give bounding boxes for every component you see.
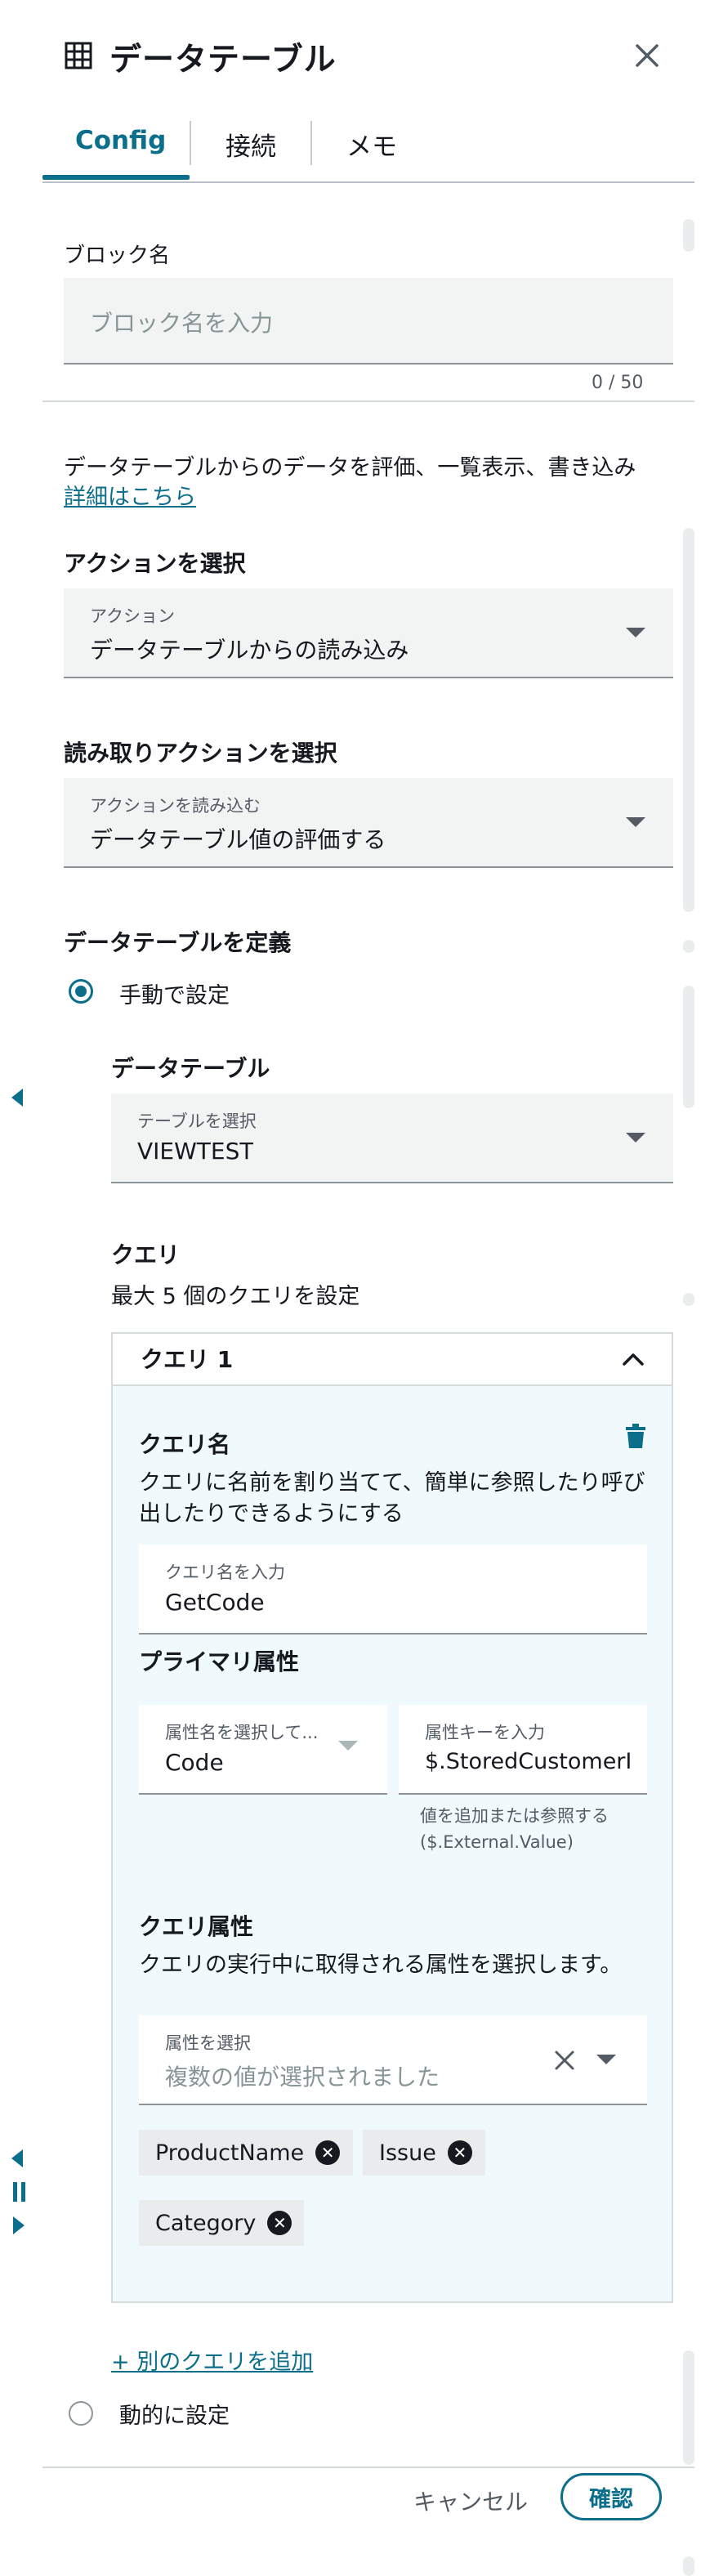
attribute-key-value: $.StoredCustomerI xyxy=(425,1749,632,1774)
query-name-value: GetCode xyxy=(165,1589,265,1616)
read-action-field-label: アクションを読み込む xyxy=(90,796,261,816)
manual-radio-label: 手動で設定 xyxy=(119,983,230,1008)
intro-description: データテーブルからのデータを評価、一覧表示、書き込み xyxy=(64,455,636,481)
query-card-header[interactable]: クエリ 1 xyxy=(113,1334,672,1386)
define-table-heading: データテーブルを定義 xyxy=(64,929,292,956)
manual-radio[interactable] xyxy=(69,979,93,1004)
block-name-label: ブロック名 xyxy=(64,244,171,268)
attribute-key-input[interactable]: 属性キーを入力 $.StoredCustomerI xyxy=(399,1705,647,1795)
caret-down-icon xyxy=(626,817,645,827)
clear-icon[interactable] xyxy=(552,2048,577,2073)
block-name-placeholder: ブロック名を入力 xyxy=(90,310,274,337)
cancel-button[interactable]: キャンセル xyxy=(413,2484,528,2517)
dynamic-radio-label: 動的に設定 xyxy=(119,2404,230,2429)
attribute-token: ProductName ✕ xyxy=(139,2130,353,2176)
tab-notes[interactable]: メモ xyxy=(346,126,397,163)
table-field-label: テーブルを選択 xyxy=(137,1111,257,1131)
primary-attribute-heading: プライマリ属性 xyxy=(139,1648,300,1675)
token-remove-icon[interactable]: ✕ xyxy=(447,2140,472,2165)
divider xyxy=(42,400,694,402)
query-name-heading: クエリ名 xyxy=(139,1431,231,1458)
chevron-up-icon[interactable] xyxy=(619,1345,647,1373)
action-value: データテーブルからの読み込み xyxy=(90,637,409,664)
attribute-multiselect[interactable]: 属性を選択 複数の値が選択されました xyxy=(139,2015,647,2105)
token-label: Issue xyxy=(379,2140,436,2166)
footer-divider xyxy=(42,2466,694,2468)
query-name-input[interactable]: クエリ名を入力 GetCode xyxy=(139,1545,647,1635)
table-value: VIEWTEST xyxy=(137,1138,254,1165)
scrollbar-segment[interactable] xyxy=(683,986,694,1108)
trash-icon[interactable] xyxy=(624,1424,647,1450)
query-name-description: クエリに名前を割り当てて、簡単に参照したり呼び出したりできるようにする xyxy=(139,1470,645,1527)
query-attributes-description: クエリの実行中に取得される属性を選択します。 xyxy=(139,1952,623,1978)
read-action-value: データテーブル値の評価する xyxy=(90,826,386,853)
scrollbar-segment[interactable] xyxy=(683,1293,694,1306)
arrow-right-icon[interactable] xyxy=(13,2216,25,2234)
add-query-link[interactable]: + 別のクエリを追加 xyxy=(111,2347,313,2378)
learn-more-link[interactable]: 詳細はこちら xyxy=(64,482,196,513)
panel-title: データテーブル xyxy=(109,42,337,78)
queries-subtext: 最大 5 個のクエリを設定 xyxy=(111,1284,360,1309)
action-field-label: アクション xyxy=(90,606,175,626)
block-name-input[interactable]: ブロック名を入力 xyxy=(64,278,673,364)
token-remove-icon[interactable]: ✕ xyxy=(267,2211,292,2235)
query-card: クエリ 1 クエリ名 クエリに名前を割り当てて、簡単に参照したり呼び出したりでき… xyxy=(111,1332,673,2303)
attribute-name-select[interactable]: 属性名を選択して... Code xyxy=(139,1705,387,1795)
char-counter: 0 / 50 xyxy=(592,373,644,393)
scrollbar-segment[interactable] xyxy=(683,528,694,912)
caret-down-icon[interactable] xyxy=(596,2055,616,2064)
table-icon xyxy=(65,42,92,69)
tab-divider xyxy=(310,121,312,165)
arrow-left-icon[interactable] xyxy=(11,2149,23,2167)
scrollbar-segment[interactable] xyxy=(683,219,694,252)
tab-divider xyxy=(190,121,191,165)
attribute-name-value: Code xyxy=(165,1749,224,1776)
dynamic-radio[interactable] xyxy=(69,2401,93,2426)
caret-down-icon xyxy=(338,1741,358,1751)
arrow-left-icon[interactable] xyxy=(11,1089,23,1107)
token-label: ProductName xyxy=(155,2140,305,2166)
scrollbar-segment[interactable] xyxy=(683,2350,694,2465)
tab-config[interactable]: Config xyxy=(75,126,166,155)
attribute-name-field-label: 属性名を選択して... xyxy=(165,1723,319,1742)
attribute-token: Issue ✕ xyxy=(363,2130,485,2176)
confirm-button[interactable]: 確認 xyxy=(560,2473,662,2520)
token-label: Category xyxy=(155,2210,257,2236)
query-attributes-heading: クエリ属性 xyxy=(139,1913,254,1940)
caret-down-icon xyxy=(626,628,645,637)
table-select[interactable]: テーブルを選択 VIEWTEST xyxy=(111,1093,673,1183)
caret-down-icon xyxy=(626,1133,645,1143)
tab-bar: Config 接続 メモ xyxy=(42,114,694,183)
attribute-key-field-label: 属性キーを入力 xyxy=(425,1723,545,1742)
action-heading: アクションを選択 xyxy=(64,550,246,577)
queries-heading: クエリ xyxy=(111,1241,181,1268)
tab-connections[interactable]: 接続 xyxy=(225,126,276,163)
read-action-heading: 読み取りアクションを選択 xyxy=(64,740,337,767)
attribute-key-hint: 値を追加または参照する ($.External.Value) xyxy=(420,1806,609,1852)
token-remove-icon[interactable]: ✕ xyxy=(315,2140,341,2165)
scrollbar-segment[interactable] xyxy=(683,940,694,953)
close-icon[interactable] xyxy=(631,39,663,72)
attribute-token: Category ✕ xyxy=(139,2200,304,2246)
attribute-select-label: 属性を選択 xyxy=(165,2033,251,2053)
attribute-select-placeholder: 複数の値が選択されました xyxy=(165,2064,440,2091)
query-title: クエリ 1 xyxy=(141,1346,234,1373)
action-select[interactable]: アクション データテーブルからの読み込み xyxy=(64,588,673,678)
query-name-field-label: クエリ名を入力 xyxy=(165,1563,285,1582)
read-action-select[interactable]: アクションを読み込む データテーブル値の評価する xyxy=(64,778,673,868)
table-heading: データテーブル xyxy=(111,1055,270,1082)
pause-icon[interactable] xyxy=(13,2182,26,2202)
scrollbar-segment[interactable] xyxy=(683,2556,694,2576)
active-tab-indicator xyxy=(42,175,190,180)
